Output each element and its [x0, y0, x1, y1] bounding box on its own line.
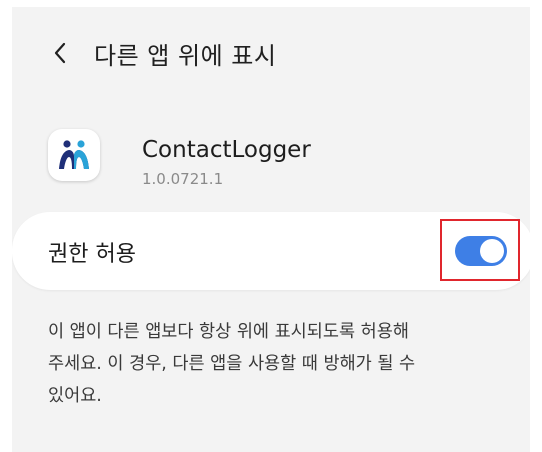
description-line: 이 앱이 다른 앱보다 항상 위에 표시되도록 허용해	[48, 322, 409, 342]
permission-toggle-switch[interactable]	[455, 236, 507, 266]
page-title: 다른 앱 위에 표시	[94, 42, 277, 70]
permission-toggle-row[interactable]: 권한 허용	[12, 212, 530, 290]
settings-screen: 다른 앱 위에 표시 ContactLogger 1.0.0721.1 권한 허…	[12, 7, 530, 452]
description-line: 주세요. 이 경우, 다른 앱을 사용할 때 방해가 될 수	[48, 354, 416, 374]
toggle-knob	[480, 239, 504, 263]
chevron-left-icon	[54, 42, 66, 64]
header: 다른 앱 위에 표시	[12, 7, 530, 91]
app-name: ContactLogger	[142, 137, 311, 163]
app-info: ContactLogger 1.0.0721.1	[12, 111, 530, 201]
app-version: 1.0.0721.1	[142, 170, 224, 188]
contactlogger-app-icon	[48, 129, 100, 181]
permission-label: 권한 허용	[48, 242, 136, 267]
permission-description: 이 앱이 다른 앱보다 항상 위에 표시되도록 허용해 주세요. 이 경우, 다…	[48, 316, 518, 412]
back-button[interactable]	[40, 33, 80, 73]
description-line: 있어요.	[48, 386, 102, 406]
